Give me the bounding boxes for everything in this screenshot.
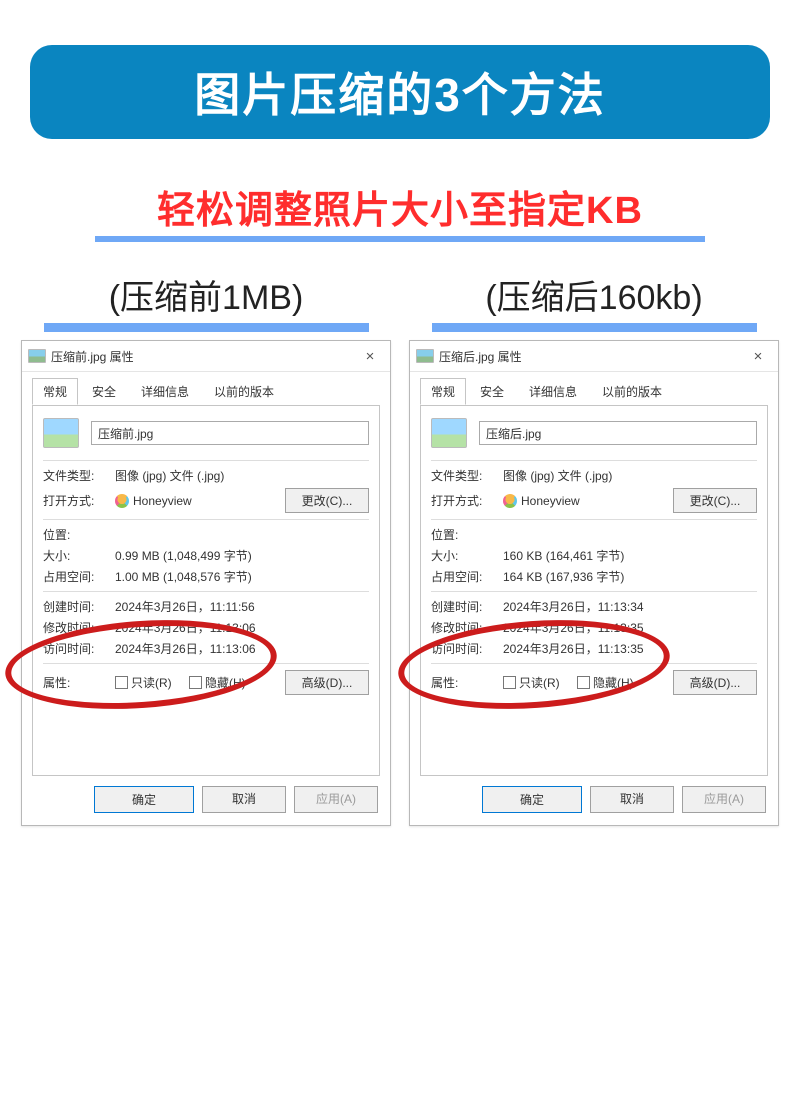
tab-general[interactable]: 常规 (32, 378, 78, 405)
label-size-disk: 占用空间: (43, 568, 115, 585)
value-filetype: 图像 (jpg) 文件 (.jpg) (115, 467, 369, 484)
value-accessed: 2024年3月26日，11:13:06 (115, 640, 369, 657)
label-created: 创建时间: (43, 598, 115, 615)
label-modified: 修改时间: (43, 619, 115, 636)
label-location: 位置: (431, 526, 503, 543)
tab-body: 压缩前.jpg 文件类型: 图像 (jpg) 文件 (.jpg) 打开方式: H… (32, 405, 380, 776)
value-openwith: Honeyview (115, 494, 285, 508)
tab-strip: 常规 安全 详细信息 以前的版本 (410, 372, 778, 405)
value-modified: 2024年3月26日，11:13:06 (115, 619, 369, 636)
change-button[interactable]: 更改(C)... (673, 488, 757, 513)
label-openwith: 打开方式: (43, 492, 115, 509)
label-filetype: 文件类型: (43, 467, 115, 484)
label-created: 创建时间: (431, 598, 503, 615)
tab-previous[interactable]: 以前的版本 (203, 378, 285, 405)
value-size-disk: 164 KB (167,936 字节) (503, 568, 757, 585)
value-created: 2024年3月26日，11:13:34 (503, 598, 757, 615)
label-size: 大小: (431, 547, 503, 564)
apply-button[interactable]: 应用(A) (682, 786, 766, 813)
advanced-button[interactable]: 高级(D)... (285, 670, 369, 695)
properties-dialog-after: 压缩后.jpg 属性 × 常规 安全 详细信息 以前的版本 压缩后.jpg 文件… (409, 340, 779, 826)
column-after: (压缩后160kb) 压缩后.jpg 属性 × 常规 安全 详细信息 以前的版本… (409, 270, 779, 826)
value-filetype: 图像 (jpg) 文件 (.jpg) (503, 467, 757, 484)
window-icon (416, 349, 434, 363)
tab-security[interactable]: 安全 (469, 378, 515, 405)
value-accessed: 2024年3月26日，11:13:35 (503, 640, 757, 657)
column-underline (432, 323, 757, 332)
label-openwith: 打开方式: (431, 492, 503, 509)
close-icon[interactable]: × (744, 348, 772, 365)
apply-button[interactable]: 应用(A) (294, 786, 378, 813)
label-accessed: 访问时间: (431, 640, 503, 657)
readonly-checkbox[interactable]: 只读(R) (503, 674, 560, 691)
tab-details[interactable]: 详细信息 (130, 378, 200, 405)
honeyview-icon (503, 494, 517, 508)
readonly-checkbox[interactable]: 只读(R) (115, 674, 172, 691)
filename-input[interactable]: 压缩后.jpg (479, 421, 757, 445)
file-thumb-icon (43, 418, 79, 448)
subtitle: 轻松调整照片大小至指定KB (0, 179, 800, 234)
change-button[interactable]: 更改(C)... (285, 488, 369, 513)
column-label-after: (压缩后160kb) (485, 270, 702, 319)
tab-details[interactable]: 详细信息 (518, 378, 588, 405)
window-icon (28, 349, 46, 363)
ok-button[interactable]: 确定 (94, 786, 194, 813)
column-underline (44, 323, 369, 332)
label-size: 大小: (43, 547, 115, 564)
hidden-checkbox[interactable]: 隐藏(H) (577, 674, 634, 691)
honeyview-icon (115, 494, 129, 508)
label-size-disk: 占用空间: (431, 568, 503, 585)
label-attributes: 属性: (431, 674, 503, 691)
tab-previous[interactable]: 以前的版本 (591, 378, 673, 405)
window-title: 压缩后.jpg 属性 (439, 348, 744, 365)
titlebar: 压缩后.jpg 属性 × (410, 341, 778, 372)
label-modified: 修改时间: (431, 619, 503, 636)
value-modified: 2024年3月26日，11:13:35 (503, 619, 757, 636)
cancel-button[interactable]: 取消 (202, 786, 286, 813)
hidden-checkbox[interactable]: 隐藏(H) (189, 674, 246, 691)
cancel-button[interactable]: 取消 (590, 786, 674, 813)
tab-security[interactable]: 安全 (81, 378, 127, 405)
value-openwith: Honeyview (503, 494, 673, 508)
titlebar: 压缩前.jpg 属性 × (22, 341, 390, 372)
subtitle-underline (95, 236, 705, 242)
tab-strip: 常规 安全 详细信息 以前的版本 (22, 372, 390, 405)
label-location: 位置: (43, 526, 115, 543)
label-accessed: 访问时间: (43, 640, 115, 657)
properties-dialog-before: 压缩前.jpg 属性 × 常规 安全 详细信息 以前的版本 压缩前.jpg 文件… (21, 340, 391, 826)
column-label-before: (压缩前1MB) (109, 270, 304, 319)
value-size: 160 KB (164,461 字节) (503, 547, 757, 564)
file-thumb-icon (431, 418, 467, 448)
ok-button[interactable]: 确定 (482, 786, 582, 813)
tab-general[interactable]: 常规 (420, 378, 466, 405)
close-icon[interactable]: × (356, 348, 384, 365)
label-filetype: 文件类型: (431, 467, 503, 484)
advanced-button[interactable]: 高级(D)... (673, 670, 757, 695)
value-created: 2024年3月26日，11:11:56 (115, 598, 369, 615)
column-before: (压缩前1MB) 压缩前.jpg 属性 × 常规 安全 详细信息 以前的版本 压… (21, 270, 391, 826)
filename-input[interactable]: 压缩前.jpg (91, 421, 369, 445)
banner-title: 图片压缩的3个方法 (30, 45, 770, 139)
window-title: 压缩前.jpg 属性 (51, 348, 356, 365)
value-size: 0.99 MB (1,048,499 字节) (115, 547, 369, 564)
value-size-disk: 1.00 MB (1,048,576 字节) (115, 568, 369, 585)
label-attributes: 属性: (43, 674, 115, 691)
tab-body: 压缩后.jpg 文件类型: 图像 (jpg) 文件 (.jpg) 打开方式: H… (420, 405, 768, 776)
